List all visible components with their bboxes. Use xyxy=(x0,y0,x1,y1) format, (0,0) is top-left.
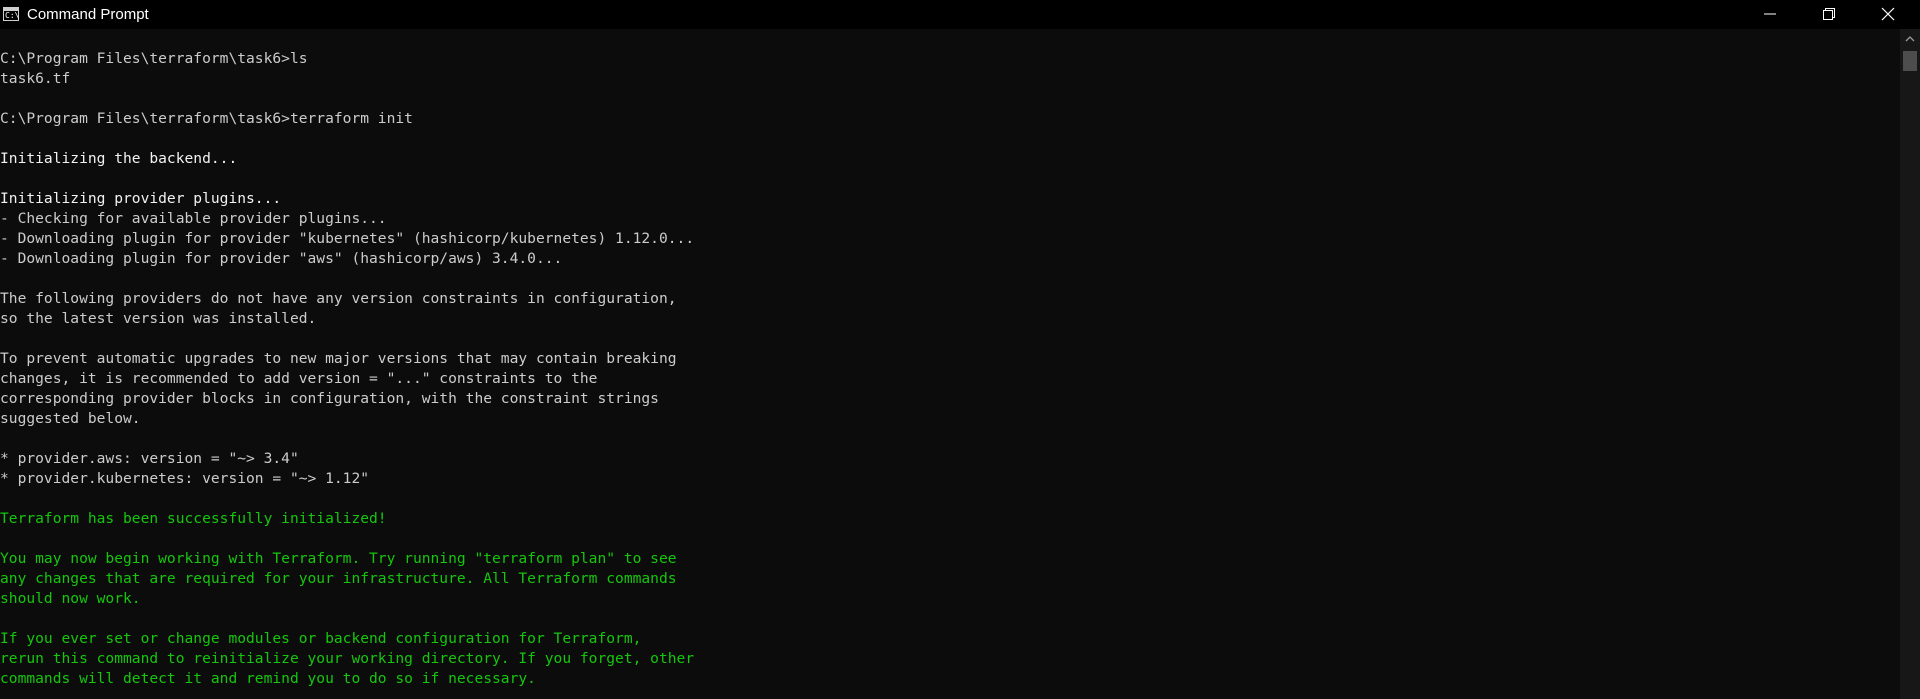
console-line: corresponding provider blocks in configu… xyxy=(0,390,659,407)
scroll-up-button[interactable] xyxy=(1900,29,1920,49)
console-line: * provider.aws: version = "~> 3.4" xyxy=(0,450,299,467)
console-line: suggested below. xyxy=(0,410,141,427)
console-line: rerun this command to reinitialize your … xyxy=(0,650,695,667)
minimize-button[interactable] xyxy=(1741,0,1800,29)
scroll-thumb[interactable] xyxy=(1903,51,1917,71)
console-line: so the latest version was installed. xyxy=(0,310,317,327)
console-line: If you ever set or change modules or bac… xyxy=(0,630,642,647)
chevron-up-icon xyxy=(1905,36,1915,42)
console-line: * provider.kubernetes: version = "~> 1.1… xyxy=(0,470,370,487)
console-line: - Downloading plugin for provider "aws" … xyxy=(0,250,563,267)
console-line: any changes that are required for your i… xyxy=(0,570,677,587)
console-line: changes, it is recommended to add versio… xyxy=(0,370,598,387)
restore-icon xyxy=(1823,8,1835,20)
console-line: The following providers do not have any … xyxy=(0,290,677,307)
console-line: To prevent automatic upgrades to new maj… xyxy=(0,350,677,367)
close-button[interactable] xyxy=(1859,0,1920,29)
vertical-scrollbar[interactable] xyxy=(1900,29,1920,699)
title-bar[interactable]: C:\ Command Prompt xyxy=(0,0,1920,29)
console-line: task6.tf xyxy=(0,70,71,87)
restore-button[interactable] xyxy=(1800,0,1859,29)
console-line: commands will detect it and remind you t… xyxy=(0,670,536,687)
window-title: Command Prompt xyxy=(27,6,149,23)
console-line: Initializing the backend... xyxy=(0,150,238,167)
console-line: - Downloading plugin for provider "kuber… xyxy=(0,230,695,247)
console-line: You may now begin working with Terraform… xyxy=(0,550,677,567)
console-line: C:\Program Files\terraform\task6>ls xyxy=(0,50,308,67)
console-line: Initializing provider plugins... xyxy=(0,190,282,207)
minimize-icon xyxy=(1764,13,1776,15)
cmd-icon: C:\ xyxy=(3,7,19,21)
close-icon xyxy=(1881,7,1895,21)
console-line: C:\Program Files\terraform\task6>terrafo… xyxy=(0,110,413,127)
console-line: should now work. xyxy=(0,590,141,607)
console-output[interactable]: C:\Program Files\terraform\task6>ls task6… xyxy=(0,29,1900,699)
console-line: Terraform has been successfully initiali… xyxy=(0,510,387,527)
console-line: - Checking for available provider plugin… xyxy=(0,210,387,227)
